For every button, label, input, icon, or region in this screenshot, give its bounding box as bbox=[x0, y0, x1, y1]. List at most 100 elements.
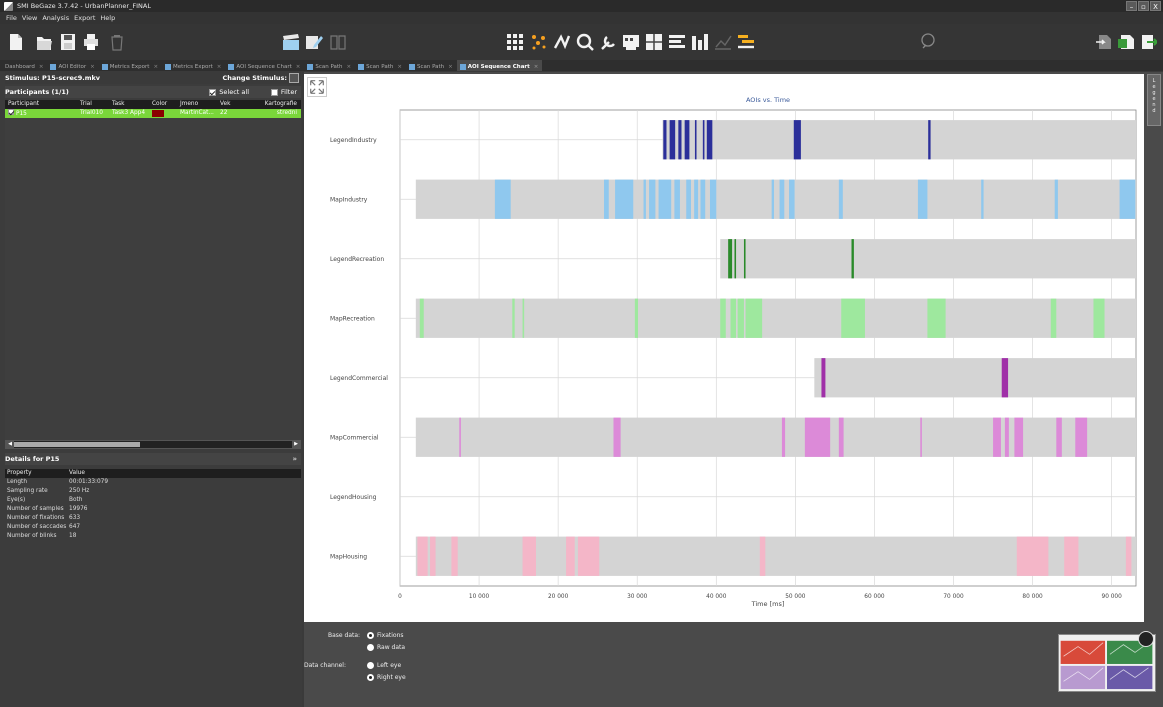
tab-item[interactable]: Scan Path × bbox=[406, 60, 457, 71]
table-row[interactable]: P15 Trial010 Task3 App4 MartinCat... 22 … bbox=[5, 109, 301, 118]
aoi-fixation-bar[interactable] bbox=[1054, 179, 1058, 219]
aoi-fixation-bar[interactable] bbox=[981, 179, 984, 219]
aoi-fixation-bar[interactable] bbox=[459, 417, 461, 457]
aoi-fixation-bar[interactable] bbox=[804, 417, 831, 457]
menu-help[interactable]: Help bbox=[100, 14, 115, 22]
aoi-fixation-bar[interactable] bbox=[1001, 358, 1009, 398]
aoi-fixation-bar[interactable] bbox=[841, 298, 865, 338]
aoi-fixation-bar[interactable] bbox=[1075, 417, 1088, 457]
aoi-fixation-bar[interactable] bbox=[1119, 179, 1136, 219]
collapse-chevron-icon[interactable]: » bbox=[292, 455, 297, 463]
aoi-fixation-bar[interactable] bbox=[1093, 298, 1105, 338]
tab-item[interactable]: Metrics Export × bbox=[162, 60, 225, 71]
aoi-fixation-bar[interactable] bbox=[678, 120, 682, 160]
book-icon[interactable] bbox=[329, 33, 347, 51]
fixations-radio[interactable] bbox=[367, 632, 374, 639]
aoi-fixation-bar[interactable] bbox=[1016, 536, 1049, 576]
aoi-fixation-bar[interactable] bbox=[649, 179, 656, 219]
close-tab-icon[interactable]: × bbox=[90, 64, 95, 70]
line-chart-icon[interactable] bbox=[714, 33, 732, 51]
open-file-icon[interactable] bbox=[36, 33, 52, 51]
aoi-fixation-bar[interactable] bbox=[686, 179, 691, 219]
column-header[interactable]: Property bbox=[5, 469, 69, 478]
aoi-fixation-bar[interactable] bbox=[737, 298, 744, 338]
aoi-fixation-bar[interactable] bbox=[684, 120, 690, 160]
aoi-fixation-bar[interactable] bbox=[734, 239, 737, 279]
aoi-fixation-bar[interactable] bbox=[417, 536, 428, 576]
participant-checkbox[interactable] bbox=[8, 109, 14, 115]
aoi-fixation-bar[interactable] bbox=[1056, 417, 1062, 457]
aoi-fixation-bar[interactable] bbox=[730, 298, 737, 338]
aoi-fixation-bar[interactable] bbox=[522, 536, 537, 576]
aoi-fixation-bar[interactable] bbox=[928, 120, 931, 160]
column-header[interactable]: Kartografie bbox=[253, 100, 301, 109]
tab-item[interactable]: Dashboard × bbox=[2, 60, 47, 71]
aoi-fixation-bar[interactable] bbox=[771, 179, 775, 219]
filter-toggle[interactable]: Filter bbox=[270, 88, 297, 96]
print-icon[interactable] bbox=[83, 33, 99, 51]
exit-icon[interactable] bbox=[1139, 33, 1157, 51]
export-excel-icon[interactable] bbox=[1117, 33, 1135, 51]
sequence-chart-icon[interactable] bbox=[668, 33, 686, 51]
aoi-fixation-bar[interactable] bbox=[1014, 417, 1024, 457]
close-tab-icon[interactable]: × bbox=[296, 64, 301, 70]
gaze-replay-icon[interactable] bbox=[919, 33, 937, 51]
column-header[interactable]: Trial bbox=[77, 100, 109, 109]
aoi-fixation-bar[interactable] bbox=[522, 298, 525, 338]
column-header[interactable]: Color bbox=[149, 100, 177, 109]
close-tab-icon[interactable]: × bbox=[217, 64, 222, 70]
aoi-fixation-bar[interactable] bbox=[694, 120, 697, 160]
key-performance-icon[interactable] bbox=[622, 33, 640, 51]
aoi-fixation-bar[interactable] bbox=[700, 179, 706, 219]
new-file-icon[interactable] bbox=[8, 33, 24, 51]
scan-path-icon[interactable] bbox=[553, 33, 571, 51]
aoi-fixation-bar[interactable] bbox=[669, 120, 676, 160]
tab-item[interactable]: Scan Path × bbox=[304, 60, 355, 71]
aoi-fixation-bar[interactable] bbox=[1004, 417, 1009, 457]
binning-chart-icon[interactable] bbox=[691, 33, 709, 51]
change-stimulus-button[interactable] bbox=[289, 73, 299, 83]
tab-item[interactable]: AOI Editor × bbox=[47, 60, 98, 71]
scroll-left-icon[interactable]: ◀ bbox=[6, 441, 14, 448]
aoi-fixation-bar[interactable] bbox=[781, 417, 786, 457]
aoi-fixation-bar[interactable] bbox=[720, 298, 726, 338]
aoi-sequence-chart-icon[interactable] bbox=[737, 33, 755, 51]
menu-file[interactable]: File bbox=[6, 14, 17, 22]
aoi-fixation-bar[interactable] bbox=[728, 239, 733, 279]
aoi-fixation-bar[interactable] bbox=[566, 536, 575, 576]
right-eye-radio[interactable] bbox=[367, 674, 374, 681]
close-tab-icon[interactable]: × bbox=[347, 64, 352, 70]
close-tab-icon[interactable]: × bbox=[448, 64, 453, 70]
close-button[interactable]: X bbox=[1150, 1, 1161, 11]
aoi-fixation-bar[interactable] bbox=[643, 179, 646, 219]
expand-chart-icon[interactable] bbox=[307, 77, 327, 97]
aoi-fixation-bar[interactable] bbox=[613, 417, 621, 457]
aoi-fixation-bar[interactable] bbox=[851, 239, 854, 279]
aoi-fixation-bar[interactable] bbox=[694, 179, 699, 219]
aoi-fixation-bar[interactable] bbox=[745, 298, 763, 338]
scroll-right-icon[interactable]: ▶ bbox=[292, 441, 300, 448]
aoi-fixation-bar[interactable] bbox=[430, 536, 436, 576]
tab-item[interactable]: Metrics Export × bbox=[99, 60, 162, 71]
aoi-fixation-bar[interactable] bbox=[663, 120, 667, 160]
aoi-fixation-bar[interactable] bbox=[634, 298, 639, 338]
close-tab-icon[interactable]: × bbox=[153, 64, 158, 70]
column-header[interactable]: Value bbox=[69, 469, 299, 478]
edit-stimulus-icon[interactable] bbox=[305, 33, 323, 51]
column-header[interactable]: Participant bbox=[5, 100, 77, 109]
aoi-fixation-bar[interactable] bbox=[920, 417, 922, 457]
aoi-fixation-bar[interactable] bbox=[1064, 536, 1079, 576]
trash-icon[interactable] bbox=[109, 33, 125, 51]
tab-item[interactable]: AOI Sequence Chart × bbox=[456, 60, 543, 71]
aoi-grid-icon[interactable] bbox=[645, 33, 663, 51]
camera-icon[interactable] bbox=[1138, 631, 1154, 647]
aoi-fixation-bar[interactable] bbox=[702, 120, 705, 160]
aoi-fixation-bar[interactable] bbox=[658, 179, 672, 219]
select-all-toggle[interactable]: Select all bbox=[209, 88, 249, 96]
aoi-fixation-bar[interactable] bbox=[512, 298, 515, 338]
grid-analysis-icon[interactable] bbox=[506, 33, 524, 51]
column-header[interactable]: Vek bbox=[217, 100, 253, 109]
tab-item[interactable]: Scan Path × bbox=[355, 60, 406, 71]
aoi-fixation-bar[interactable] bbox=[577, 536, 600, 576]
aoi-fixation-bar[interactable] bbox=[759, 536, 766, 576]
